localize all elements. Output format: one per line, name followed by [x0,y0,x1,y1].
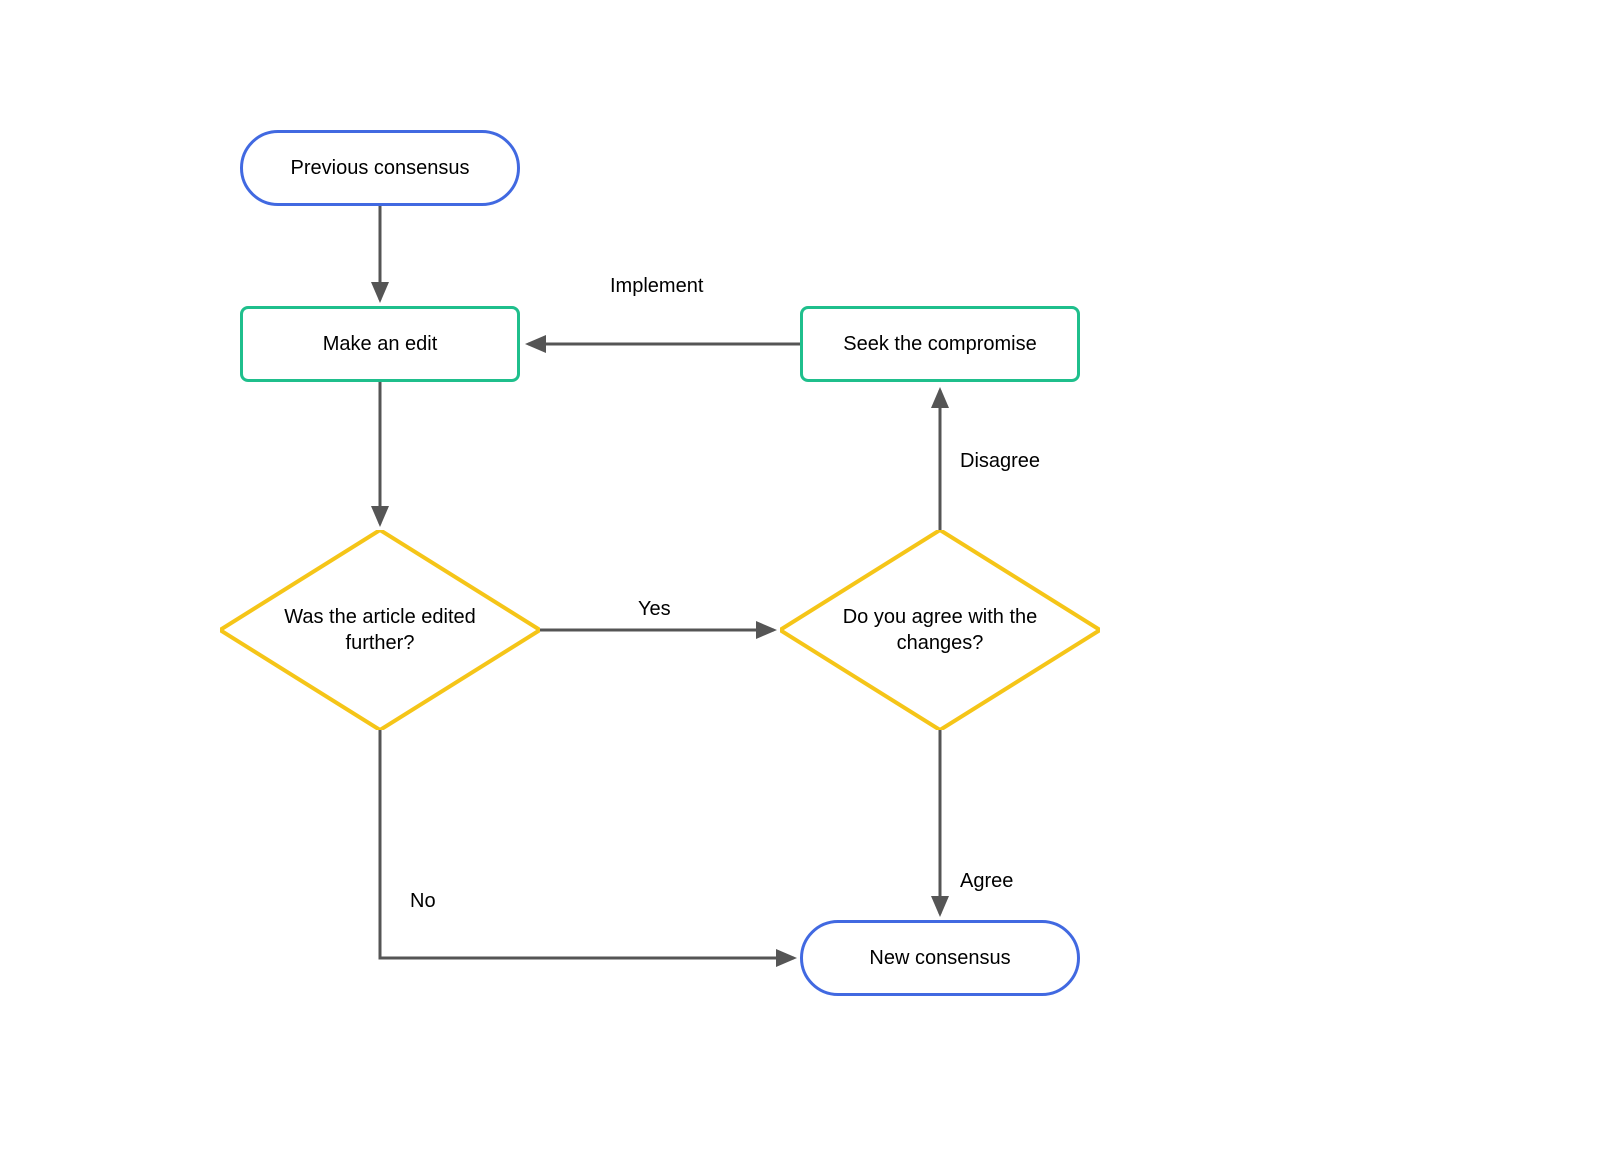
edge-label-disagree: Disagree [960,450,1040,473]
edge-label-agree: Agree [960,870,1013,893]
node-label: Previous consensus [291,157,470,180]
node-new-consensus: New consensus [800,920,1080,996]
node-agree-changes: Do you agree with the changes? [780,530,1100,730]
node-label: Make an edit [323,333,438,356]
node-label: Do you agree with the changes? [840,604,1040,656]
node-make-edit: Make an edit [240,306,520,382]
node-label: New consensus [869,947,1010,970]
node-seek-compromise: Seek the compromise [800,306,1080,382]
edge-label-yes: Yes [638,598,671,621]
node-edited-further: Was the article edited further? [220,530,540,730]
node-previous-consensus: Previous consensus [240,130,520,206]
node-label: Was the article edited further? [280,604,480,656]
arrow-editedfurther-to-newconsensus [380,730,794,958]
edge-label-implement: Implement [610,275,703,298]
node-label: Seek the compromise [843,333,1036,356]
edge-label-no: No [410,890,436,913]
